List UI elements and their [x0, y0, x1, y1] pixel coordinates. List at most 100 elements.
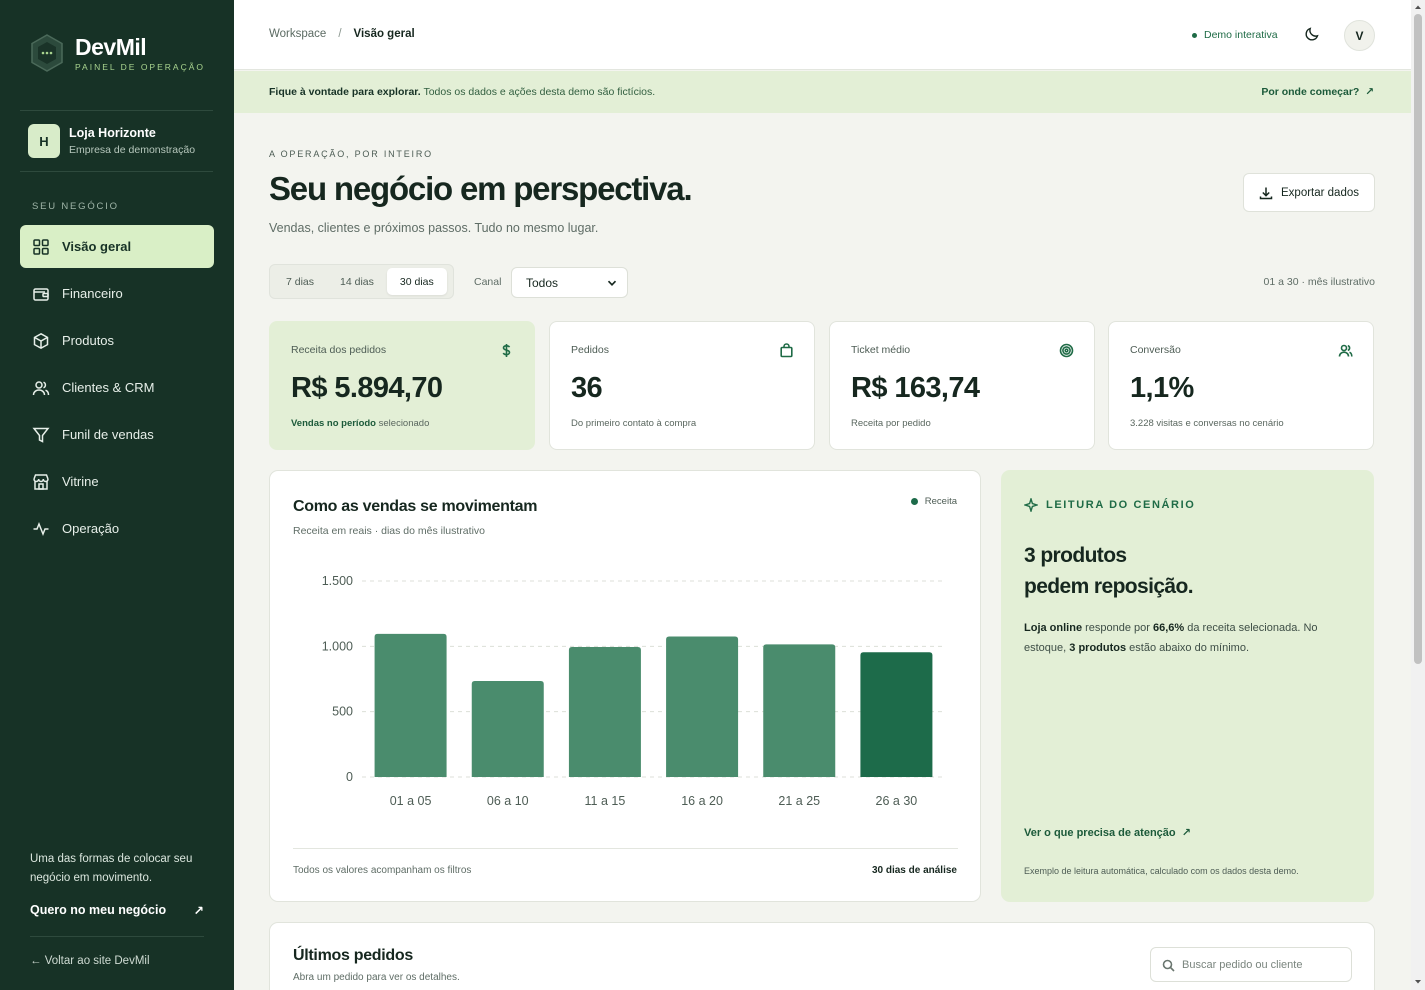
funnel-icon [32, 427, 50, 443]
activity-icon [33, 521, 49, 536]
x-tick-label: 11 a 15 [585, 794, 626, 808]
page-subtitle: Vendas, clientes e próximos passos. Tudo… [269, 221, 599, 235]
canal-select[interactable]: Todos [511, 267, 628, 298]
notice-body: Todos os dados e ações desta demo são fi… [423, 86, 656, 98]
chart-bar[interactable] [374, 633, 447, 777]
canal-selected-value: Todos [526, 275, 559, 290]
sidebar-divider [20, 110, 213, 111]
back-to-site-link[interactable]: ← Voltar ao site DevMil [30, 955, 150, 967]
chart-footer-divider [293, 848, 958, 849]
sidebar-item-label: Financeiro [62, 286, 123, 301]
insight-text: estão abaixo do mínimo. [1126, 642, 1250, 654]
chart-footer-note: Todos os valores acompanham os filtros [293, 865, 472, 876]
sidebar-item-funil-de-vendas[interactable]: Funil de vendas [20, 413, 214, 456]
sparkle-icon [1024, 498, 1038, 512]
orders-search-input[interactable] [1182, 956, 1342, 974]
x-tick-label: 26 a 30 [876, 794, 918, 808]
orders-subtitle: Abra um pedido para ver os detalhes. [293, 972, 460, 983]
bag-icon [780, 343, 793, 358]
user-avatar[interactable]: V [1344, 20, 1375, 51]
recent-orders-card: Últimos pedidos Abra um pedido para ver … [269, 922, 1375, 990]
export-data-button[interactable]: Exportar dados [1243, 173, 1375, 212]
topbar: Workspace / Visão geral Demo interativa V [234, 0, 1411, 70]
notice-text: Fique à vontade para explorar. Todos os … [269, 86, 655, 98]
sidebar-promo-text: Uma das formas de colocar seu negócio em… [30, 853, 193, 884]
sidebar-item-operacao[interactable]: Operação [20, 507, 214, 550]
sidebar: DevMil PAINEL DE OPERAÇÃO H Loja Horizon… [0, 0, 234, 990]
sidebar-item-financeiro[interactable]: Financeiro [20, 272, 214, 315]
orders-search [1150, 947, 1352, 982]
scroll-down-arrow-icon[interactable] [1414, 978, 1422, 986]
canal-label: Canal [474, 276, 502, 288]
breadcrumb-root[interactable]: Workspace [269, 28, 326, 40]
box-icon [33, 332, 49, 349]
kpi-value: R$ 163,74 [851, 372, 980, 404]
chart-bar[interactable] [471, 680, 544, 777]
sidebar-item-label: Operação [62, 521, 120, 536]
breadcrumb: Workspace / Visão geral [269, 28, 415, 40]
period-7-days[interactable]: 7 dias [273, 268, 327, 295]
scrollbar-thumb[interactable] [1414, 14, 1422, 664]
sidebar-item-vitrine[interactable]: Vitrine [20, 460, 214, 503]
orders-title: Últimos pedidos [293, 947, 413, 964]
kpi-card-ticket-medio: Ticket médio R$ 163,74 Receita por pedid… [829, 321, 1095, 450]
x-tick-label: 01 a 05 [390, 794, 432, 808]
page-title: Seu negócio em perspectiva. [269, 170, 693, 207]
chart-bar[interactable] [860, 652, 933, 777]
period-14-days[interactable]: 14 dias [327, 268, 387, 295]
moon-icon[interactable] [1304, 26, 1320, 42]
dollar-icon [502, 344, 511, 357]
scroll-up-arrow-icon[interactable] [1414, 3, 1422, 11]
kpi-value: 1,1% [1130, 372, 1194, 404]
promo-link[interactable]: Quero no meu negócio ↗ [30, 903, 204, 918]
chart-bar[interactable] [763, 644, 836, 777]
kpi-card-receita: Receita dos pedidos R$ 5.894,70 Vendas n… [269, 321, 535, 450]
sidebar-item-label: Clientes & CRM [62, 380, 155, 395]
y-tick-label: 0 [346, 770, 353, 784]
workspace-switcher[interactable]: H Loja Horizonte Empresa de demonstração [28, 124, 195, 158]
kpi-label: Pedidos [571, 344, 609, 356]
kpi-note: Vendas no período selecionado [291, 418, 429, 429]
period-30-days[interactable]: 30 dias [386, 268, 447, 295]
sidebar-item-clientes-crm[interactable]: Clientes & CRM [20, 366, 214, 409]
promo-link-label: Quero no meu negócio [30, 903, 167, 917]
insight-channel: Loja online [1024, 622, 1083, 634]
kpi-note-bold: Vendas no período [291, 418, 376, 429]
y-tick-label: 1.500 [322, 574, 353, 588]
getting-started-label: Por onde começar? [1261, 86, 1360, 98]
sidebar-item-visao-geral[interactable]: Visão geral [20, 225, 214, 268]
notice-bold: Fique à vontade para explorar. [269, 86, 421, 98]
insight-title-line2: pedem reposição. [1024, 575, 1194, 598]
chart-bar[interactable] [568, 646, 641, 777]
demo-status-label: Demo interativa [1204, 29, 1278, 41]
breadcrumb-separator: / [338, 28, 342, 40]
chart-bar[interactable] [666, 636, 739, 777]
chart-footer-period: 30 dias de análise [871, 865, 957, 876]
x-tick-label: 21 a 25 [778, 794, 820, 808]
kpi-label: Ticket médio [851, 344, 911, 356]
brand-name: DevMil [75, 34, 147, 60]
users-icon [32, 380, 50, 395]
download-icon [1259, 187, 1273, 199]
brand[interactable]: DevMil PAINEL DE OPERAÇÃO [30, 34, 205, 72]
y-tick-label: 1.000 [322, 639, 353, 653]
search-icon [1162, 959, 1175, 972]
kpi-value: R$ 5.894,70 [291, 372, 443, 404]
kpi-label: Conversão [1130, 344, 1181, 356]
kpi-note-text: selecionado [378, 418, 430, 429]
getting-started-link[interactable]: Por onde começar? ↗ [1261, 86, 1374, 98]
arrow-up-right-icon: ↗ [193, 904, 204, 918]
date-range-label: 01 a 30 · mês ilustrativo [1263, 276, 1375, 288]
arrow-up-right-icon: ↗ [1181, 827, 1191, 839]
insight-title: 3 produtos pedem reposição. [1024, 540, 1324, 602]
grid-icon [33, 238, 49, 255]
export-data-label: Exportar dados [1281, 186, 1359, 199]
page-scrollbar[interactable] [1411, 0, 1425, 990]
devmil-logo-icon [31, 34, 63, 72]
kpi-value: 36 [571, 372, 603, 404]
insight-link-label: Ver o que precisa de atenção [1024, 827, 1176, 839]
insight-text: responde por [1082, 622, 1153, 634]
x-tick-label: 06 a 10 [487, 794, 529, 808]
sidebar-item-produtos[interactable]: Produtos [20, 319, 214, 362]
insight-attention-link[interactable]: Ver o que precisa de atenção ↗ [1024, 826, 1191, 839]
